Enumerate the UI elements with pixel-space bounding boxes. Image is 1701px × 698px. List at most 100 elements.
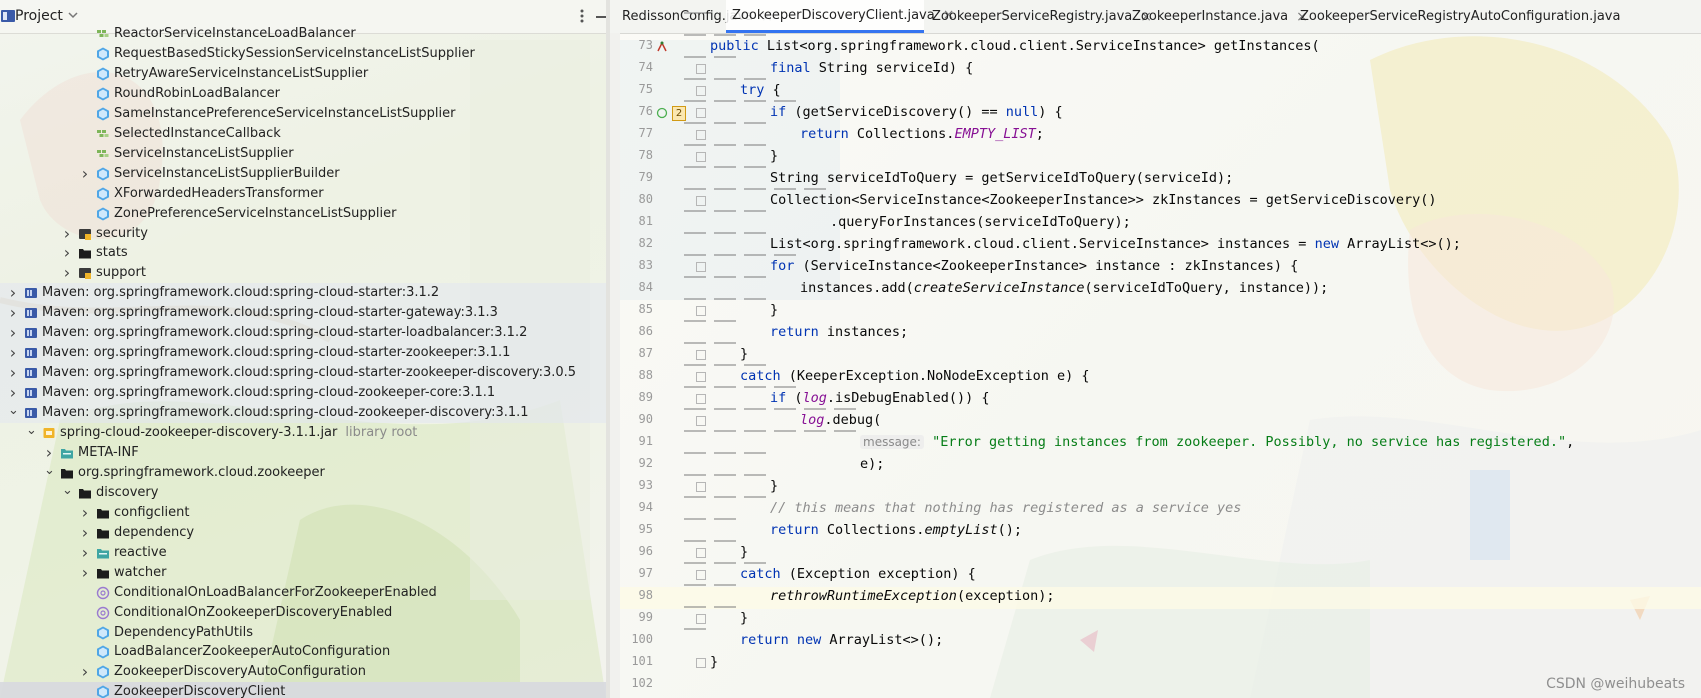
- code-token: rethrowRuntimeException: [770, 587, 957, 604]
- fold-marker-icon[interactable]: [696, 657, 706, 668]
- tree-node[interactable]: RoundRobinLoadBalancer: [0, 84, 606, 104]
- folder-icon: [79, 488, 91, 499]
- tree-node[interactable]: › security: [0, 224, 606, 244]
- expand-arrow-icon[interactable]: ›: [62, 245, 72, 261]
- more-options-icon[interactable]: [574, 8, 590, 24]
- tree-node[interactable]: ⌄ org.springframework.cloud.zookeeper: [0, 463, 606, 483]
- tree-node[interactable]: › Maven: org.springframework.cloud:spring…: [0, 383, 606, 404]
- collapse-arrow-icon[interactable]: ⌄: [62, 484, 73, 498]
- expand-arrow-icon[interactable]: ›: [8, 325, 18, 341]
- editor-tab[interactable]: ZookeeperInstance.java ×: [1126, 0, 1308, 33]
- code-line[interactable]: // this means that nothing has registere…: [770, 497, 1241, 519]
- code-line[interactable]: message: "Error getting instances from z…: [860, 431, 1574, 453]
- code-line[interactable]: catch (Exception exception) {: [740, 563, 976, 585]
- code-line[interactable]: List<org.springframework.cloud.client.Se…: [770, 233, 1461, 255]
- expand-arrow-icon[interactable]: ›: [8, 365, 18, 381]
- tree-node[interactable]: ⌄ Maven: org.springframework.cloud:spring…: [0, 403, 606, 424]
- code-line[interactable]: e);: [860, 453, 884, 475]
- minimize-panel-icon[interactable]: [596, 16, 606, 18]
- tree-node[interactable]: › Maven: org.springframework.cloud:spring…: [0, 343, 606, 364]
- expand-arrow-icon[interactable]: ›: [80, 564, 90, 580]
- tree-node[interactable]: › stats: [0, 243, 606, 263]
- tree-node[interactable]: › dependency: [0, 523, 606, 543]
- code-line[interactable]: if (getServiceDiscovery() == null) {: [770, 101, 1063, 123]
- code-line[interactable]: .queryForInstances(serviceIdToQuery);: [830, 211, 1131, 233]
- expand-arrow-icon[interactable]: ›: [62, 265, 72, 281]
- tree-node[interactable]: ServiceInstanceListSupplier: [0, 144, 606, 164]
- tree-node[interactable]: › Maven: org.springframework.cloud:spring…: [0, 303, 606, 324]
- tree-node[interactable]: SelectedInstanceCallback: [0, 124, 606, 144]
- code-line[interactable]: rethrowRuntimeException(exception);: [770, 585, 1054, 607]
- tree-node[interactable]: › support: [0, 263, 606, 283]
- folder-icon: [97, 528, 109, 539]
- code-line[interactable]: return instances;: [770, 321, 908, 343]
- expand-arrow-icon[interactable]: ›: [8, 305, 18, 321]
- expand-arrow-icon[interactable]: ›: [80, 544, 90, 560]
- code-line[interactable]: return Collections.EMPTY_LIST;: [800, 123, 1044, 145]
- code-line[interactable]: }: [740, 607, 748, 629]
- tree-node[interactable]: › reactive: [0, 543, 606, 563]
- tree-node[interactable]: › watcher: [0, 563, 606, 583]
- editor-tab-label: ZookeeperServiceRegistry.java: [932, 9, 1133, 24]
- tree-node[interactable]: › Maven: org.springframework.cloud:spring…: [0, 363, 606, 384]
- collapse-arrow-icon[interactable]: ⌄: [8, 404, 19, 418]
- chevron-down-icon[interactable]: [67, 9, 79, 21]
- expand-arrow-icon[interactable]: ›: [80, 165, 90, 181]
- breakpoint-hint-icon[interactable]: [656, 107, 668, 119]
- collapse-arrow-icon[interactable]: ⌄: [26, 424, 37, 438]
- code-line[interactable]: for (ServiceInstance<ZookeeperInstance> …: [770, 255, 1298, 277]
- code-line[interactable]: public List<org.springframework.cloud.cl…: [710, 35, 1320, 57]
- tree-node[interactable]: ⌄ discovery: [0, 483, 606, 503]
- expand-arrow-icon[interactable]: ›: [44, 444, 54, 460]
- tree-node[interactable]: RequestBasedStickySessionServiceInstance…: [0, 44, 606, 64]
- tree-node[interactable]: › META-INF: [0, 443, 606, 463]
- library-icon: [25, 288, 37, 299]
- expand-arrow-icon[interactable]: ›: [8, 385, 18, 401]
- code-line[interactable]: Collection<ServiceInstance<ZookeeperInst…: [770, 189, 1436, 211]
- expand-arrow-icon[interactable]: ›: [62, 225, 72, 241]
- tree-node[interactable]: ⌄ spring-cloud-zookeeper-discovery-3.1.1.…: [0, 423, 606, 443]
- code-line[interactable]: }: [770, 145, 778, 167]
- override-method-icon[interactable]: [656, 41, 668, 53]
- tree-node[interactable]: › ServiceInstanceListSupplierBuilder: [0, 164, 606, 184]
- indent-guide: [684, 386, 796, 387]
- code-line[interactable]: return new ArrayList<>();: [740, 629, 943, 651]
- tree-node[interactable]: ZookeeperDiscoveryClient: [0, 682, 606, 698]
- project-view-icon[interactable]: [0, 8, 16, 24]
- code-line[interactable]: String serviceIdToQuery = getServiceIdTo…: [770, 167, 1233, 189]
- editor-tab[interactable]: ZookeeperServiceRegistry.java ×: [926, 0, 1152, 33]
- expand-arrow-icon[interactable]: ›: [80, 524, 90, 540]
- expand-arrow-icon[interactable]: ›: [8, 285, 18, 301]
- code-token: List<org.springframework.cloud.client.Se…: [770, 235, 1315, 252]
- tree-node[interactable]: ConditionalOnLoadBalancerForZookeeperEna…: [0, 583, 606, 603]
- tree-node[interactable]: LoadBalancerZookeeperAutoConfiguration: [0, 642, 606, 662]
- collapse-arrow-icon[interactable]: ⌄: [44, 464, 55, 478]
- tree-node[interactable]: RetryAwareServiceInstanceListSupplier: [0, 64, 606, 84]
- tree-node[interactable]: ZonePreferenceServiceInstanceListSupplie…: [0, 204, 606, 224]
- tree-node[interactable]: XForwardedHeadersTransformer: [0, 184, 606, 204]
- tree-node[interactable]: › Maven: org.springframework.cloud:spring…: [0, 323, 606, 344]
- code-token: ArrayList<>();: [1347, 235, 1461, 252]
- tree-node[interactable]: › configclient: [0, 503, 606, 523]
- code-line[interactable]: instances.add(createServiceInstance(serv…: [800, 277, 1328, 299]
- indent-guide: [684, 364, 766, 365]
- tree-node[interactable]: DependencyPathUtils: [0, 623, 606, 643]
- code-line[interactable]: }: [770, 299, 778, 321]
- code-line[interactable]: return Collections.emptyList();: [770, 519, 1022, 541]
- tree-node-label: ReactorServiceInstanceLoadBalancer: [114, 26, 356, 41]
- code-line[interactable]: final String serviceId) {: [770, 57, 973, 79]
- code-line[interactable]: }: [710, 651, 718, 673]
- expand-arrow-icon[interactable]: ›: [8, 345, 18, 361]
- tree-node-label: META-INF: [78, 444, 139, 460]
- tree-node[interactable]: ConditionalOnZookeeperDiscoveryEnabled: [0, 603, 606, 623]
- tree-node[interactable]: ReactorServiceInstanceLoadBalancer: [0, 24, 606, 44]
- tree-node[interactable]: › Maven: org.springframework.cloud:spring…: [0, 283, 606, 304]
- tree-node[interactable]: › ZookeeperDiscoveryAutoConfiguration: [0, 662, 606, 682]
- project-view-title[interactable]: Project: [15, 8, 63, 24]
- code-line[interactable]: }: [770, 475, 778, 497]
- editor-tab[interactable]: ZookeeperServiceRegistryAutoConfiguratio…: [1294, 0, 1620, 33]
- expand-arrow-icon[interactable]: ›: [80, 504, 90, 520]
- expand-arrow-icon[interactable]: ›: [80, 664, 90, 680]
- code-token: .queryForInstances(serviceIdToQuery);: [830, 213, 1131, 230]
- tree-node[interactable]: SameInstancePreferenceServiceInstanceLis…: [0, 104, 606, 124]
